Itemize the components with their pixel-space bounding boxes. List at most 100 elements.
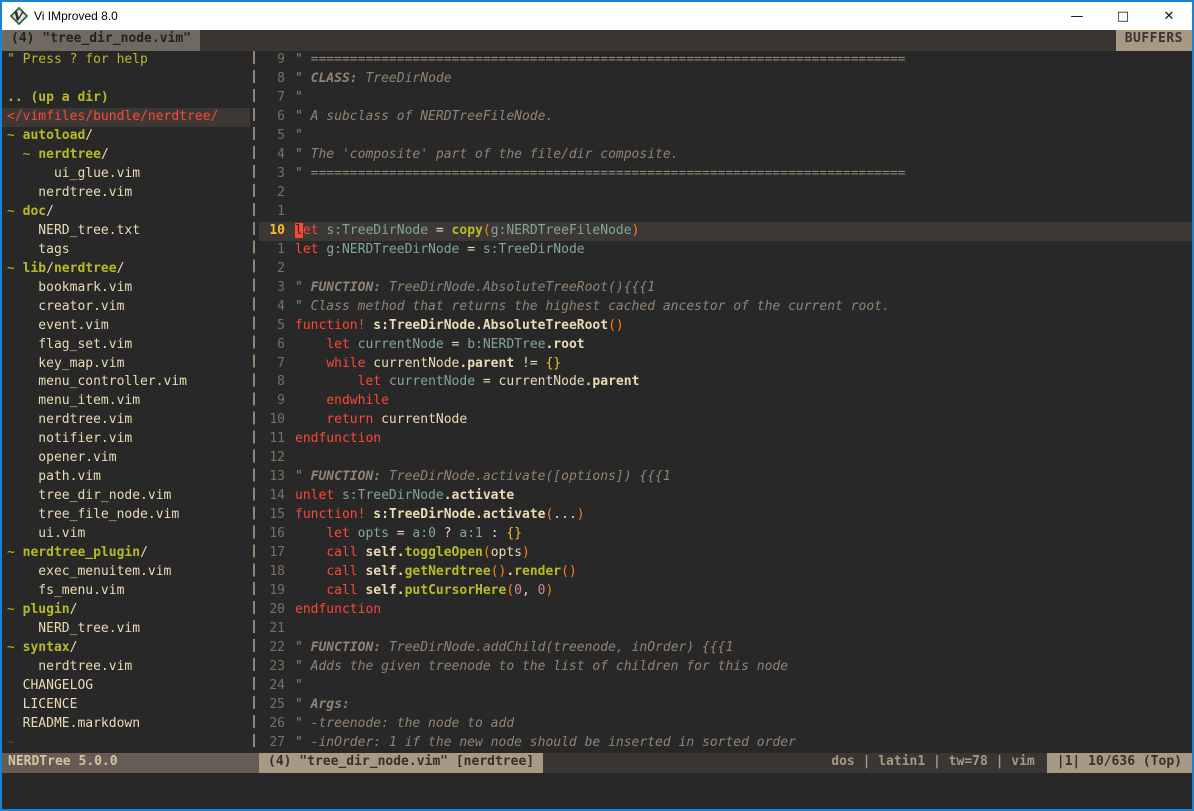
tree-empty-line[interactable]: ~: [7, 734, 250, 753]
split-dashes: [253, 51, 255, 753]
code-line[interactable]: 1: [259, 203, 1192, 222]
tree-file[interactable]: bookmark.vim: [7, 279, 250, 298]
tree-dir-plugin[interactable]: ~ plugin/: [7, 601, 250, 620]
code-line[interactable]: 9" =====================================…: [259, 51, 1192, 70]
code-line[interactable]: 14unlet s:TreeDirNode.activate: [259, 487, 1192, 506]
line-text: " CLASS: TreeDirNode: [285, 70, 452, 89]
token: ": [295, 90, 303, 105]
line-number: 4: [259, 146, 285, 165]
code-line[interactable]: 16 let opts = a:0 ? a:1 : {}: [259, 525, 1192, 544]
code-line[interactable]: 3" =====================================…: [259, 165, 1192, 184]
tree-dir-nerdtree-plugin[interactable]: ~ nerdtree_plugin/: [7, 544, 250, 563]
tree-root[interactable]: </vimfiles/bundle/nerdtree/: [2, 108, 250, 127]
code-line[interactable]: 7": [259, 89, 1192, 108]
minimize-button[interactable]: —: [1054, 2, 1100, 30]
token: [295, 545, 326, 560]
token: ": [295, 697, 311, 712]
code-line[interactable]: 11endfunction: [259, 430, 1192, 449]
tree-dir-doc[interactable]: ~ doc/: [7, 203, 250, 222]
code-line[interactable]: 3" FUNCTION: TreeDirNode.AbsoluteTreeRoo…: [259, 279, 1192, 298]
code-line[interactable]: 24": [259, 677, 1192, 696]
tree-file[interactable]: exec_menuitem.vim: [7, 563, 250, 582]
token: call: [326, 545, 357, 560]
tree-file[interactable]: key_map.vim: [7, 355, 250, 374]
tree-file[interactable]: fs_menu.vim: [7, 582, 250, 601]
tree-file[interactable]: creator.vim: [7, 298, 250, 317]
code-line[interactable]: 4" The 'composite' part of the file/dir …: [259, 146, 1192, 165]
tree-up-dir[interactable]: .. (up a dir): [7, 89, 250, 108]
code-line[interactable]: 8" CLASS: TreeDirNode: [259, 70, 1192, 89]
code-line[interactable]: 18 call self.getNerdtree().render(): [259, 563, 1192, 582]
code-line[interactable]: 6" A subclass of NERDTreeFileNode.: [259, 108, 1192, 127]
tree-file[interactable]: ui_glue.vim: [7, 165, 250, 184]
token: notifier.vim: [7, 431, 132, 446]
tree-file[interactable]: opener.vim: [7, 449, 250, 468]
code-line[interactable]: 5": [259, 127, 1192, 146]
code-line[interactable]: 21: [259, 620, 1192, 639]
code-line[interactable]: 27" -inOrder: 1 if the new node should b…: [259, 734, 1192, 753]
tree-blank-line[interactable]: [7, 70, 250, 89]
token: !=: [514, 356, 545, 371]
line-number: 2: [259, 184, 285, 203]
code-line[interactable]: 20endfunction: [259, 601, 1192, 620]
tree-file[interactable]: notifier.vim: [7, 430, 250, 449]
tree-file[interactable]: nerdtree.vim: [7, 184, 250, 203]
tree-help-line[interactable]: " Press ? for help: [7, 51, 250, 70]
token: [295, 337, 326, 352]
tree-file[interactable]: menu_item.vim: [7, 392, 250, 411]
code-line[interactable]: 7 while currentNode.parent != {}: [259, 355, 1192, 374]
tree-file[interactable]: nerdtree.vim: [7, 658, 250, 677]
vertical-split-separator[interactable]: [250, 51, 259, 753]
token: /: [46, 261, 54, 276]
token: [334, 488, 342, 503]
status-line: NERDTree 5.0.0 (4) "tree_dir_node.vim" […: [2, 753, 1192, 773]
code-line-current[interactable]: 10let s:TreeDirNode = copy(g:NERDTreeFil…: [259, 222, 1192, 241]
code-line[interactable]: 2: [259, 184, 1192, 203]
line-number: 9: [259, 51, 285, 70]
tree-dir-autoload-nerdtree[interactable]: ~ nerdtree/: [7, 146, 250, 165]
tree-file[interactable]: README.markdown: [7, 715, 250, 734]
tree-dir-syntax[interactable]: ~ syntax/: [7, 639, 250, 658]
code-line[interactable]: 17 call self.toggleOpen(opts): [259, 544, 1192, 563]
code-line[interactable]: 5function! s:TreeDirNode.AbsoluteTreeRoo…: [259, 317, 1192, 336]
code-line[interactable]: 19 call self.putCursorHere(0, 0): [259, 582, 1192, 601]
code-line[interactable]: 2: [259, 260, 1192, 279]
close-button[interactable]: ✕: [1146, 2, 1192, 30]
line-number: 2: [259, 260, 285, 279]
tree-file[interactable]: tree_dir_node.vim: [7, 487, 250, 506]
code-line[interactable]: 22" FUNCTION: TreeDirNode.addChild(treen…: [259, 639, 1192, 658]
tab-tree-dir-node[interactable]: (4) "tree_dir_node.vim": [2, 30, 200, 51]
code-line[interactable]: 4" Class method that returns the highest…: [259, 298, 1192, 317]
line-number: 18: [259, 563, 285, 582]
code-line[interactable]: 8 let currentNode = currentNode.parent: [259, 373, 1192, 392]
tree-file[interactable]: tree_file_node.vim: [7, 506, 250, 525]
token: g:NERDTreeFileNode: [491, 223, 632, 238]
tree-file[interactable]: path.vim: [7, 468, 250, 487]
tree-dir-lib-nerdtree[interactable]: ~ lib/nerdtree/: [7, 260, 250, 279]
code-line[interactable]: 26" -treenode: the node to add: [259, 715, 1192, 734]
command-line[interactable]: [2, 773, 1192, 809]
token: opener.vim: [7, 450, 117, 465]
tree-file[interactable]: ui.vim: [7, 525, 250, 544]
tree-file[interactable]: CHANGELOG: [7, 677, 250, 696]
tree-file[interactable]: event.vim: [7, 317, 250, 336]
tree-file[interactable]: flag_set.vim: [7, 336, 250, 355]
code-line[interactable]: 13" FUNCTION: TreeDirNode.activate([opti…: [259, 468, 1192, 487]
tree-dir-autoload[interactable]: ~ autoload/: [7, 127, 250, 146]
line-text: call self.putCursorHere(0, 0): [285, 582, 553, 601]
tree-file[interactable]: NERD_tree.vim: [7, 620, 250, 639]
code-line[interactable]: 10 return currentNode: [259, 411, 1192, 430]
maximize-button[interactable]: □: [1100, 2, 1146, 30]
tree-file[interactable]: tags: [7, 241, 250, 260]
code-line[interactable]: 9 endwhile: [259, 392, 1192, 411]
code-line[interactable]: 23" Adds the given treenode to the list …: [259, 658, 1192, 677]
code-line[interactable]: 25" Args:: [259, 696, 1192, 715]
tree-file[interactable]: nerdtree.vim: [7, 411, 250, 430]
tree-file[interactable]: LICENCE: [7, 696, 250, 715]
code-line[interactable]: 15function! s:TreeDirNode.activate(...): [259, 506, 1192, 525]
tree-file[interactable]: menu_controller.vim: [7, 373, 250, 392]
code-line[interactable]: 1let g:NERDTreeDirNode = s:TreeDirNode: [259, 241, 1192, 260]
tree-file[interactable]: NERD_tree.txt: [7, 222, 250, 241]
code-line[interactable]: 12: [259, 449, 1192, 468]
code-line[interactable]: 6 let currentNode = b:NERDTree.root: [259, 336, 1192, 355]
